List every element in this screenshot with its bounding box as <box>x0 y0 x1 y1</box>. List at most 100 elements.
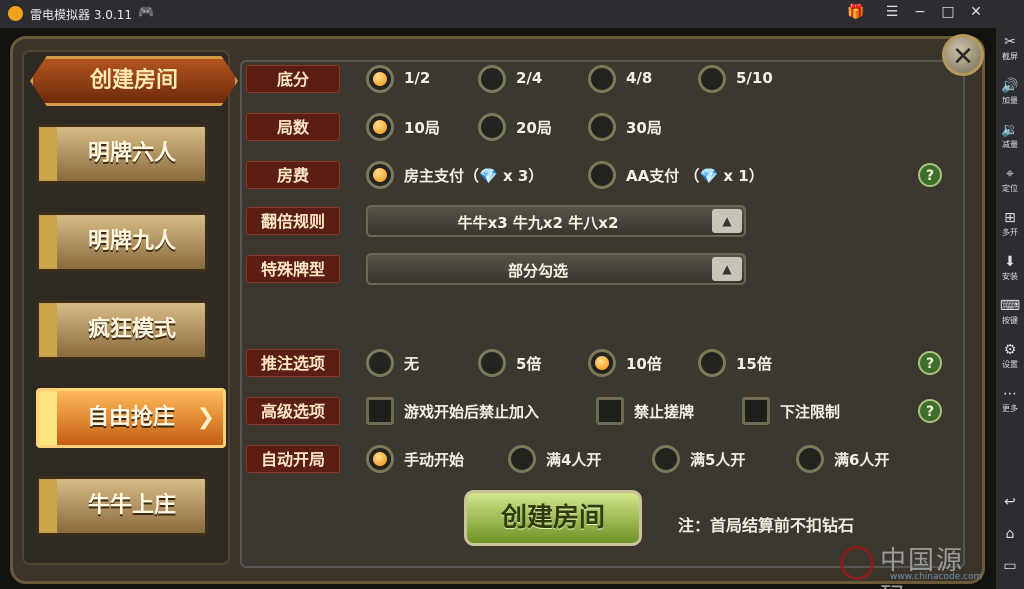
option-label: 4/8 <box>626 69 653 87</box>
back-icon: ↩ <box>1004 494 1016 510</box>
nav-mingpai-nine[interactable]: 明牌九人 <box>36 212 208 272</box>
option-label: 无 <box>404 355 420 373</box>
volume-up-icon: 🔊 <box>1001 78 1019 94</box>
diamond-icon: 💎 <box>479 167 498 185</box>
minimize-button[interactable]: − <box>910 4 930 20</box>
gem-count: x 1） <box>723 167 764 185</box>
watermark-logo-icon <box>840 546 874 580</box>
nav-label: 明牌六人 <box>87 141 176 166</box>
option-label: 手动开始 <box>404 451 465 469</box>
option-label: 10局 <box>404 119 440 137</box>
fee-help-button[interactable]: ? <box>918 163 942 187</box>
tab-marker <box>39 479 57 533</box>
special-hand-dropdown[interactable]: 部分勾选 ▲ <box>366 253 746 285</box>
close-window-button[interactable]: ✕ <box>966 4 986 20</box>
tab-marker <box>39 391 57 445</box>
home-button[interactable]: ⌂ <box>996 526 1024 542</box>
checkbox <box>742 397 770 425</box>
menu-icon[interactable]: ☰ <box>882 4 902 20</box>
advanced-label: 高级选项 <box>246 397 340 425</box>
option-label: 游戏开始后禁止加入 <box>404 403 540 421</box>
nav-mingpai-six[interactable]: 明牌六人 <box>36 124 208 184</box>
install-apk-button[interactable]: ⬇ 安装 <box>996 254 1024 282</box>
question-icon: ? <box>925 168 935 184</box>
keymap-label: 按键 <box>1002 316 1018 325</box>
multi-open-button[interactable]: ⊞ 多开 <box>996 210 1024 238</box>
diamond-icon: 💎 <box>699 167 719 185</box>
radio-selected <box>588 349 616 377</box>
location-button[interactable]: ⌖ 定位 <box>996 166 1024 194</box>
option-label: 20局 <box>516 119 552 137</box>
volume-down-button[interactable]: 🔉 减量 <box>996 122 1024 150</box>
radio <box>366 349 394 377</box>
volume-up-button[interactable]: 🔊 加量 <box>996 78 1024 106</box>
special-hand-label: 特殊牌型 <box>246 255 340 283</box>
nav-niuniu-banker[interactable]: 牛牛上庄 <box>36 476 208 536</box>
dropdown-value: 部分勾选 <box>507 262 568 280</box>
question-icon: ? <box>925 404 935 420</box>
gamepad-icon[interactable]: 🎮 <box>138 5 154 20</box>
nav-label: 疯狂模式 <box>87 317 176 342</box>
option-label: 满6人开 <box>834 451 890 469</box>
radio-selected <box>366 445 394 473</box>
option-label: 2/4 <box>516 69 543 87</box>
game-screen: 创建房间 ✕ 明牌六人 明牌九人 疯狂模式 自由抢庄 ❯ 牛牛上庄 底分 1/2 … <box>0 28 996 589</box>
create-room-title: 创建房间 <box>30 56 238 106</box>
double-rule-dropdown[interactable]: 牛牛x3 牛九x2 牛八x2 ▲ <box>366 205 746 237</box>
settings-button[interactable]: ⚙ 设置 <box>996 342 1024 370</box>
question-icon: ? <box>925 356 935 372</box>
multi-open-label: 多开 <box>1002 228 1018 237</box>
volume-up-label: 加量 <box>1002 96 1018 105</box>
radio <box>796 445 824 473</box>
option-label: 房主支付（ <box>404 167 480 185</box>
close-dialog-button[interactable]: ✕ <box>942 34 984 76</box>
checkbox <box>596 397 624 425</box>
multi-open-icon: ⊞ <box>1004 210 1016 226</box>
home-icon: ⌂ <box>1005 526 1015 542</box>
tab-marker <box>39 215 57 269</box>
option-label: 5/10 <box>736 69 773 87</box>
radio-selected <box>366 113 394 141</box>
nav-crazy-mode[interactable]: 疯狂模式 <box>36 300 208 360</box>
screenshot-label: 截屏 <box>1002 52 1018 61</box>
score-label: 底分 <box>246 65 340 93</box>
apk-install-icon: ⬇ <box>1004 254 1016 270</box>
gear-icon: ⚙ <box>1003 342 1017 358</box>
advanced-help-button[interactable]: ? <box>918 399 942 423</box>
option-label: 禁止搓牌 <box>634 403 695 421</box>
volume-down-label: 减量 <box>1002 140 1018 149</box>
emulator-toolbar: ✂ 截屏 🔊 加量 🔉 减量 ⌖ 定位 ⊞ 多开 ⬇ 安装 ⌨ 按键 ⚙ 设置 ⋯ 更多 ↩ ⌂ … <box>996 28 1024 589</box>
create-room-button[interactable]: 创建房间 <box>464 490 642 546</box>
chevron-up-icon[interactable]: ▲ <box>712 209 742 233</box>
recent-apps-icon: ▭ <box>1003 558 1017 574</box>
close-icon: ✕ <box>952 42 974 72</box>
radio <box>478 65 506 93</box>
bet-help-button[interactable]: ? <box>918 351 942 375</box>
diamond-note: 注：首局结算前不扣钻石 <box>678 516 855 535</box>
more-button[interactable]: ⋯ 更多 <box>996 386 1024 414</box>
radio <box>652 445 680 473</box>
install-apk-label: 安装 <box>1002 272 1018 281</box>
screenshot-button[interactable]: ✂ 截屏 <box>996 34 1024 62</box>
gift-icon[interactable]: 🎁 <box>846 4 866 20</box>
chevron-up-icon[interactable]: ▲ <box>712 257 742 281</box>
scissors-icon: ✂ <box>1004 34 1016 50</box>
radio <box>478 349 506 377</box>
keyboard-icon: ⌨ <box>999 298 1021 314</box>
chevron-right-icon: ❯ <box>196 405 215 430</box>
back-button[interactable]: ↩ <box>996 494 1024 510</box>
radio-selected <box>366 65 394 93</box>
option-label: AA支付 （ <box>626 167 700 185</box>
watermark-url: www.chinacode.com <box>890 572 983 582</box>
nav-label: 自由抢庄 <box>86 405 175 430</box>
app-logo-icon <box>8 6 23 21</box>
nav-free-banker[interactable]: 自由抢庄 ❯ <box>36 388 226 448</box>
location-label: 定位 <box>1002 184 1018 193</box>
dropdown-value: 牛牛x3 牛九x2 牛八x2 <box>457 214 619 232</box>
maximize-button[interactable]: □ <box>938 4 958 20</box>
option-label: 5倍 <box>516 355 542 373</box>
bet-push-label: 推注选项 <box>246 349 340 377</box>
recent-apps-button[interactable]: ▭ <box>996 558 1024 574</box>
settings-label: 设置 <box>1002 360 1018 369</box>
keymap-button[interactable]: ⌨ 按键 <box>996 298 1024 326</box>
